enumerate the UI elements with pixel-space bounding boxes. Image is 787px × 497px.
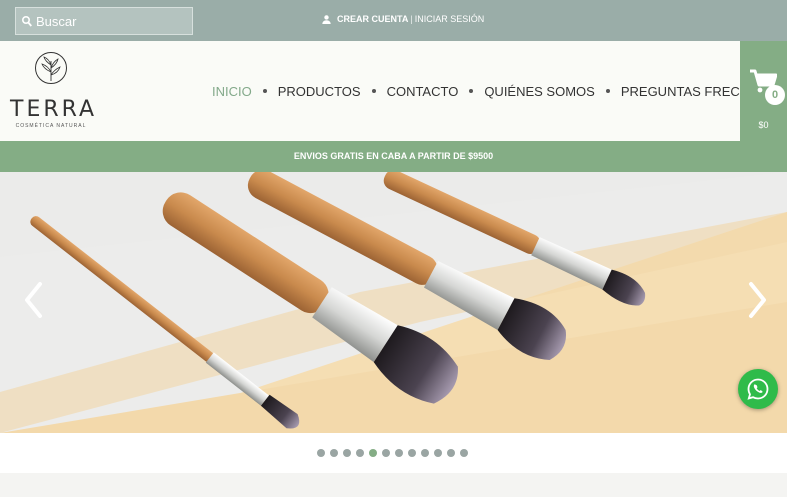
nav-item-inicio[interactable]: INICIO — [212, 84, 252, 99]
nav-separator — [605, 89, 610, 93]
cart-button[interactable]: 0 $0 — [740, 41, 787, 141]
page-bottom-section — [0, 473, 787, 497]
logo-tagline: COSMÉTICA NATURAL — [15, 123, 87, 129]
slider-pagination — [0, 433, 787, 473]
login-link[interactable]: INICIAR SESIÓN — [415, 14, 485, 24]
promo-banner: ENVIOS GRATIS EN CABA A PARTIR DE $9500 — [0, 141, 787, 172]
account-separator: | — [410, 14, 413, 24]
slider-dot[interactable] — [408, 449, 416, 457]
slider-dot[interactable] — [382, 449, 390, 457]
nav-item-contacto[interactable]: CONTACTO — [387, 84, 459, 99]
slider-dot[interactable] — [356, 449, 364, 457]
search-icon[interactable] — [22, 15, 32, 27]
logo-brand: TERRA — [10, 97, 98, 122]
logo-leaf-icon — [35, 52, 67, 84]
slider-dot[interactable] — [317, 449, 325, 457]
slider-dot[interactable] — [369, 449, 377, 457]
user-icon — [322, 14, 331, 24]
nav-item-quienes-somos[interactable]: QUIÉNES SOMOS — [484, 84, 595, 99]
hero-image — [0, 172, 787, 433]
nav-separator — [262, 89, 267, 93]
slider-dot[interactable] — [447, 449, 455, 457]
whatsapp-icon — [747, 378, 769, 400]
account-links: CREAR CUENTA | INICIAR SESIÓN — [322, 14, 484, 24]
slider-dot[interactable] — [421, 449, 429, 457]
site-logo[interactable]: TERRA COSMÉTICA NATURAL — [10, 51, 98, 133]
whatsapp-button[interactable] — [738, 369, 778, 409]
cart-count-badge: 0 — [765, 85, 785, 105]
slider-dot[interactable] — [434, 449, 442, 457]
slider-dot[interactable] — [343, 449, 351, 457]
hero-slider[interactable] — [0, 172, 787, 433]
nav-separator — [371, 89, 376, 93]
main-nav: INICIO PRODUCTOS CONTACTO QUIÉNES SOMOS … — [212, 41, 787, 141]
top-bar: CREAR CUENTA | INICIAR SESIÓN — [0, 0, 787, 41]
cart-total: $0 — [758, 120, 769, 130]
search-input[interactable] — [36, 13, 186, 29]
nav-item-productos[interactable]: PRODUCTOS — [278, 84, 361, 99]
slider-dot[interactable] — [395, 449, 403, 457]
create-account-link[interactable]: CREAR CUENTA — [337, 14, 408, 24]
search-box[interactable] — [15, 7, 193, 35]
main-header: TERRA COSMÉTICA NATURAL INICIO PRODUCTOS… — [0, 41, 787, 141]
chevron-left-icon[interactable] — [22, 280, 44, 320]
nav-separator — [469, 89, 474, 93]
slider-dot[interactable] — [460, 449, 468, 457]
chevron-right-icon[interactable] — [747, 280, 769, 320]
slider-dot[interactable] — [330, 449, 338, 457]
